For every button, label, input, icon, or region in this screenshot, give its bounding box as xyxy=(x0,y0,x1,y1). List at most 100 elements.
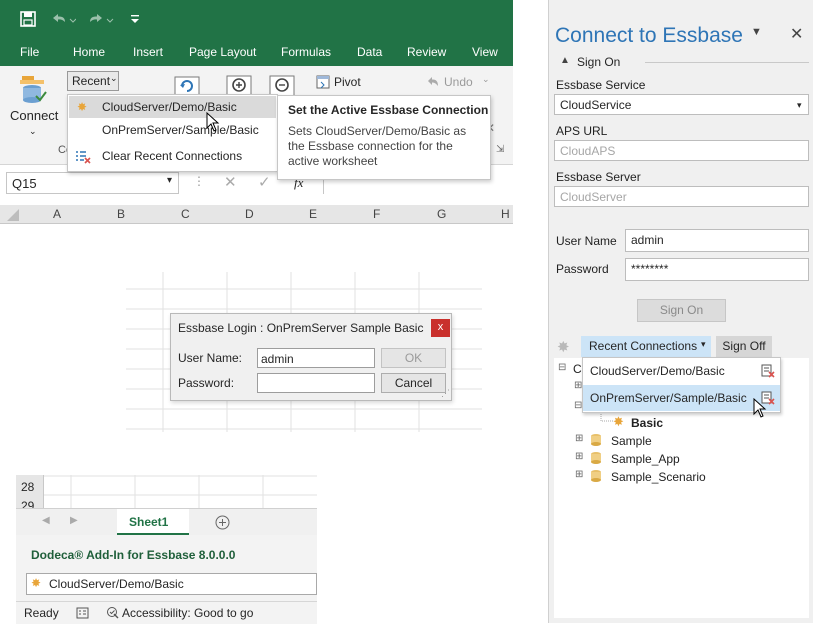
pivot-icon xyxy=(316,75,330,89)
column-header[interactable]: A xyxy=(53,207,61,221)
tab-page-layout[interactable]: Page Layout xyxy=(189,45,256,59)
recent-item-label: Clear Recent Connections xyxy=(102,149,243,163)
status-accessibility[interactable]: Accessibility: Good to go xyxy=(122,606,253,620)
tree-node-basic[interactable]: Basic xyxy=(631,416,663,430)
tree-node-app[interactable]: Sample_App xyxy=(611,452,680,466)
close-icon[interactable]: ✕ xyxy=(790,24,803,44)
ok-button[interactable]: OK xyxy=(381,348,446,368)
sign-on-button[interactable]: Sign On xyxy=(637,299,726,322)
delete-connection-icon[interactable] xyxy=(761,364,775,378)
mouse-cursor-icon xyxy=(206,112,220,132)
sun-icon: ✸ xyxy=(557,339,570,356)
undo-icon[interactable] xyxy=(50,11,76,27)
tooltip-title: Set the Active Essbase Connection xyxy=(288,103,489,117)
aps-url-label: APS URL xyxy=(556,124,608,138)
aps-url-placeholder: CloudAPS xyxy=(560,144,616,158)
database-connect-icon[interactable] xyxy=(18,74,48,106)
recent-connections-button[interactable]: Recent Connections ▾ xyxy=(581,336,711,357)
user-name-input[interactable]: admin xyxy=(257,348,375,368)
recent-connection-item[interactable]: OnPremServer/Sample/Basic xyxy=(583,385,780,411)
recent-item-label: OnPremServer/Sample/Basic xyxy=(102,123,259,137)
recent-button[interactable]: Recent ⌄ xyxy=(67,71,119,91)
column-header[interactable]: E xyxy=(309,207,317,221)
user-name-label: User Name: xyxy=(178,351,243,365)
essbase-service-select[interactable]: CloudService ▾ xyxy=(554,94,809,115)
row-header[interactable]: 28 xyxy=(21,480,34,494)
more-icon: ⋮ xyxy=(193,174,205,188)
tab-review[interactable]: Review xyxy=(407,45,446,59)
column-header[interactable]: F xyxy=(373,207,380,221)
pivot-button[interactable]: Pivot xyxy=(334,75,361,89)
collapse-icon[interactable]: ▲ xyxy=(560,55,570,66)
close-button[interactable]: x xyxy=(431,319,450,337)
refresh-icon[interactable] xyxy=(174,76,200,96)
database-icon xyxy=(591,470,601,482)
tab-formulas[interactable]: Formulas xyxy=(281,45,331,59)
scroll-right-icon[interactable]: ▶ xyxy=(70,515,78,526)
add-sheet-icon[interactable] xyxy=(215,515,230,530)
enter-icon[interactable]: ✓ xyxy=(258,173,271,191)
sign-on-section[interactable]: Sign On xyxy=(577,55,620,69)
tab-view[interactable]: View xyxy=(472,45,498,59)
collapse-toggle-icon[interactable]: ⊞ xyxy=(575,433,583,444)
aps-url-input[interactable]: CloudAPS xyxy=(554,140,809,161)
name-box[interactable]: Q15 ▾ xyxy=(6,172,179,194)
chevron-down-icon: ▾ xyxy=(797,100,802,110)
tooltip-line: active worksheet xyxy=(288,154,378,168)
column-header[interactable]: G xyxy=(437,207,446,221)
save-icon[interactable] xyxy=(20,11,36,27)
redo-icon[interactable] xyxy=(86,11,116,27)
sheet-tab-sheet1[interactable]: Sheet1 xyxy=(117,509,189,535)
bottom-rows: 28 29 xyxy=(16,475,317,508)
chevron-down-icon[interactable]: ⌄ xyxy=(29,126,37,137)
column-header[interactable]: D xyxy=(245,207,254,221)
user-name-label: User Name xyxy=(556,234,617,248)
tab-insert[interactable]: Insert xyxy=(133,45,163,59)
recent-connection-item[interactable]: CloudServer/Demo/Basic xyxy=(583,358,780,384)
addin-title: Dodeca® Add-In for Essbase 8.0.0.0 xyxy=(31,548,236,562)
status-bar: Ready Accessibility: Good to go xyxy=(16,601,317,624)
tab-data[interactable]: Data xyxy=(357,45,382,59)
recent-item-onpremserver[interactable]: OnPremServer/Sample/Basic xyxy=(69,119,276,141)
row-header[interactable]: 29 xyxy=(21,499,34,508)
ribbon-undo-icon[interactable] xyxy=(426,75,440,89)
scroll-left-icon[interactable]: ◀ xyxy=(42,515,50,526)
macro-recording-icon[interactable] xyxy=(76,606,89,619)
clear-recent-connections[interactable]: Clear Recent Connections xyxy=(69,145,276,167)
dialog-launcher-icon[interactable]: ⇲ xyxy=(496,144,504,155)
column-header[interactable]: B xyxy=(117,207,125,221)
recent-item-cloudserver[interactable]: ✸ CloudServer/Demo/Basic xyxy=(69,96,276,118)
column-header[interactable]: H xyxy=(501,207,510,221)
customize-qat-icon[interactable] xyxy=(130,12,140,26)
sheet-tab-label: Sheet1 xyxy=(129,515,169,529)
password-input[interactable]: ******** xyxy=(625,258,809,281)
cancel-icon[interactable]: ✕ xyxy=(224,173,237,191)
cancel-button[interactable]: Cancel xyxy=(381,373,446,393)
password-input[interactable] xyxy=(257,373,375,393)
panel-menu-icon[interactable]: ▼ xyxy=(751,26,762,38)
resize-grip-icon[interactable]: ⋰ xyxy=(441,388,450,399)
essbase-server-input[interactable]: CloudServer xyxy=(554,186,809,207)
collapse-toggle-icon[interactable]: ⊞ xyxy=(575,469,583,480)
tab-file[interactable]: File xyxy=(20,45,39,59)
tree-node-app[interactable]: Sample_Scenario xyxy=(611,470,706,484)
sign-off-button[interactable]: Sign Off xyxy=(716,336,772,357)
collapse-toggle-icon[interactable]: ⊟ xyxy=(558,362,566,373)
tree-node-app[interactable]: Sample xyxy=(611,434,652,448)
essbase-server-placeholder: CloudServer xyxy=(560,190,627,204)
addin-connection-box[interactable]: ✸ CloudServer/Demo/Basic xyxy=(26,573,317,595)
database-icon xyxy=(591,434,601,446)
ribbon-undo-button[interactable]: Undo xyxy=(444,75,473,89)
tree-root-label[interactable]: C xyxy=(573,362,582,376)
connect-button[interactable]: Connect xyxy=(10,108,58,123)
dialog-title: Essbase Login : OnPremServer Sample Basi… xyxy=(178,321,424,335)
accessibility-icon[interactable] xyxy=(106,606,120,619)
tab-home[interactable]: Home xyxy=(73,45,105,59)
recent-connection-label: CloudServer/Demo/Basic xyxy=(590,364,725,378)
name-box-value: Q15 xyxy=(12,176,37,191)
tooltip-line: Sets CloudServer/Demo/Basic as xyxy=(288,124,467,138)
user-name-input[interactable]: admin xyxy=(625,229,809,252)
collapse-toggle-icon[interactable]: ⊞ xyxy=(575,451,583,462)
column-header[interactable]: C xyxy=(181,207,190,221)
essbase-service-value: CloudService xyxy=(560,98,632,112)
